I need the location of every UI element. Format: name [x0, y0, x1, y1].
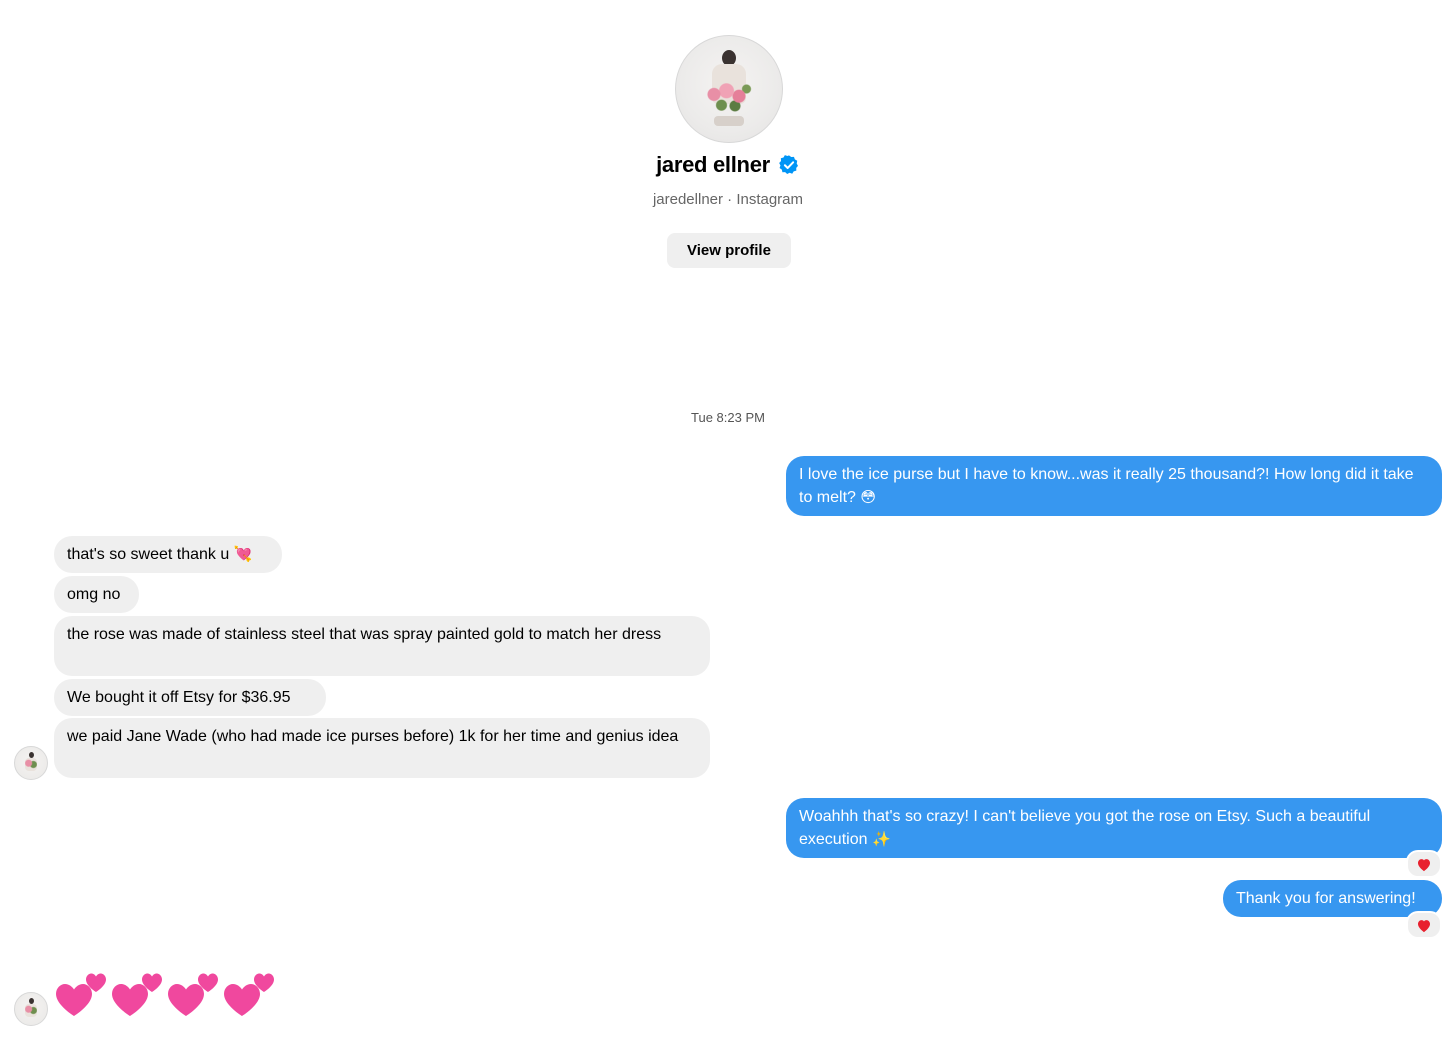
- verified-badge-icon: [779, 155, 798, 174]
- message-bubble-incoming[interactable]: that's so sweet thank u 💘: [54, 536, 282, 573]
- two-hearts-emoji-icon: [168, 973, 218, 1016]
- emoji-message[interactable]: [54, 962, 278, 1022]
- message-bubble-outgoing[interactable]: I love the ice purse but I have to know.…: [786, 456, 1442, 516]
- thread-timestamp: Tue 8:23 PM: [691, 410, 765, 425]
- message-bubble-incoming[interactable]: we paid Jane Wade (who had made ice purs…: [54, 718, 710, 778]
- heart-reaction-icon[interactable]: [1406, 850, 1442, 878]
- profile-subtitle: jaredellner · Instagram: [652, 191, 804, 208]
- message-bubble-incoming[interactable]: the rose was made of stainless steel tha…: [54, 616, 710, 676]
- profile-avatar[interactable]: [675, 35, 783, 143]
- message-text: we paid Jane Wade (who had made ice purs…: [67, 728, 679, 745]
- heart-with-arrow-emoji-icon: 💘: [233, 545, 253, 563]
- flushed-face-emoji-icon: 😳: [860, 488, 877, 506]
- two-hearts-emoji-icon: [56, 973, 106, 1016]
- heart-reaction-icon[interactable]: [1406, 911, 1442, 939]
- message-text: that's so sweet thank u: [67, 546, 230, 563]
- dm-thread: jared ellner jaredellner · Instagram Vie…: [0, 0, 1456, 1046]
- profile-name-row: jared ellner: [0, 152, 1456, 178]
- two-hearts-emoji-icon: [112, 973, 162, 1016]
- message-bubble-outgoing[interactable]: Thank you for answering!: [1223, 880, 1442, 917]
- message-text: We bought it off Etsy for $36.95: [67, 689, 291, 706]
- message-text: omg no: [67, 586, 121, 603]
- message-text: I love the ice purse but I have to know.…: [799, 466, 1414, 506]
- two-hearts-emoji-icon: [224, 973, 274, 1016]
- message-text: Thank you for answering!: [1236, 890, 1416, 907]
- message-text: the rose was made of stainless steel tha…: [67, 626, 662, 643]
- sender-avatar[interactable]: [14, 746, 48, 780]
- message-bubble-incoming[interactable]: omg no: [54, 576, 139, 613]
- profile-name: jared ellner: [656, 152, 770, 177]
- sparkles-emoji-icon: ✨: [871, 830, 891, 848]
- sender-avatar[interactable]: [14, 992, 48, 1026]
- view-profile-button[interactable]: View profile: [667, 233, 791, 268]
- message-bubble-outgoing[interactable]: Woahhh that's so crazy! I can't believe …: [786, 798, 1442, 858]
- message-bubble-incoming[interactable]: We bought it off Etsy for $36.95: [54, 679, 326, 716]
